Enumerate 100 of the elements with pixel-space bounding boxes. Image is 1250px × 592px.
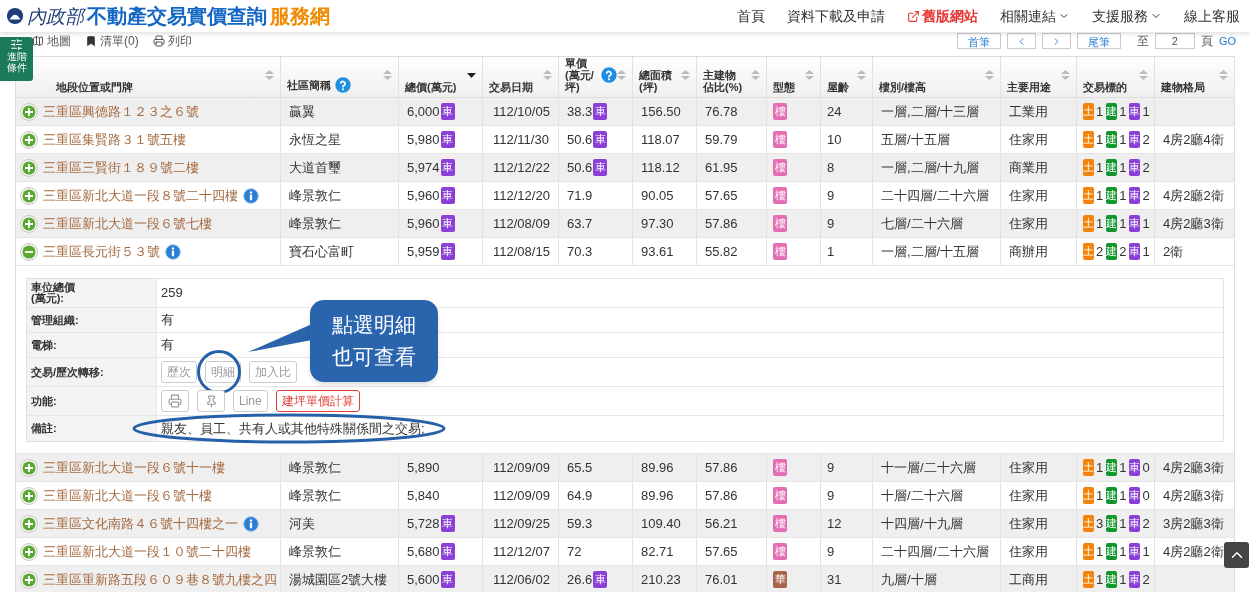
target-count: 2 [1142,186,1150,205]
type-badge: 樓 [773,103,787,120]
nav-link[interactable]: 首頁 [737,5,765,27]
address-link[interactable]: 三重區新北大道一段８號二十四樓 [43,185,238,206]
address-link[interactable]: 三重區長元街５３號 [43,241,160,262]
type-badge: 樓 [773,187,787,204]
table-cell-text: 71.9 [567,186,593,205]
print-button[interactable] [161,390,189,412]
nav-menu[interactable]: 支援服務 [1092,5,1162,27]
table-cell-text: 93.61 [641,242,674,261]
target-badge: 建 [1106,515,1118,532]
address-link[interactable]: 三重區文化南路４６號十四樓之一 [43,513,238,534]
field-label: 備註: [31,421,58,436]
advanced-filter-tab[interactable]: 進階 條件 [0,37,33,81]
collapse-icon[interactable] [20,242,38,261]
target-count: 1 [1119,214,1127,233]
type-badge: 華 [773,571,787,588]
target-count: 1 [1142,214,1150,233]
info-icon[interactable] [243,515,259,532]
help-icon[interactable] [601,67,617,83]
nav-link[interactable]: 線上客服 [1184,5,1240,27]
field-value: 259 [161,284,183,303]
toolbar-button[interactable]: 清單(0) [85,32,139,50]
target-count: 2 [1142,158,1150,177]
table-cell-text: 4房2廳3衛 [1163,486,1224,505]
nav-link[interactable]: 資料下載及申請 [787,5,885,27]
column-header[interactable]: 交易日期 [489,81,533,93]
address-link[interactable]: 三重區三賢街１８９號二樓 [43,157,199,178]
column-header[interactable]: 地段位置或門牌 [56,81,133,93]
last-page-button[interactable]: 尾筆 [1076,33,1121,49]
column-header[interactable]: 主要用途 [1007,81,1051,93]
address-link[interactable]: 三重區新北大道一段６號七樓 [43,213,212,234]
table-cell-text: 九層/十層 [881,570,937,589]
toolbar-button[interactable]: 列印 [152,32,192,50]
expand-icon[interactable] [20,542,38,561]
expand-icon[interactable] [20,102,38,121]
table-cell-text: 76.01 [705,570,738,589]
table-cell-text: 住家用 [1009,458,1048,477]
address-link[interactable]: 三重區興德路１２３之６號 [43,101,199,122]
table-cell-text: 10 [827,130,842,149]
table-cell-text: 56.21 [705,514,738,533]
field-label: 電梯: [31,337,58,353]
column-header[interactable]: 單價 (萬元/坪) [565,57,597,93]
address-link[interactable]: 三重區重新路五段６０９巷８號九樓之四 [43,569,277,590]
column-header[interactable]: 交易標的 [1083,81,1127,93]
table-cell-text: 寶石心富町 [289,242,354,261]
table-cell-text: 59.3 [567,514,593,533]
info-icon[interactable] [165,243,181,260]
expand-icon[interactable] [20,486,38,505]
column-header[interactable]: 屋齡 [827,81,849,93]
detail-button[interactable]: 建坪單價計算 [275,390,360,412]
address-link[interactable]: 三重區新北大道一段１０號二十四樓 [43,541,251,562]
expand-icon[interactable] [20,130,38,149]
table-cell-text: 9 [827,486,835,505]
column-header[interactable]: 主建物 佔比(%) [703,69,743,93]
first-page-button[interactable]: 首筆 [956,33,1001,49]
table-cell-text: 工商用 [1009,570,1048,589]
page-input[interactable]: 2 [1154,33,1195,49]
table-cell-text: 112/08/09 [493,214,550,233]
type-badge: 樓 [773,243,787,260]
nav-menu[interactable]: 相關連結 [1000,5,1070,27]
address-link[interactable]: 三重區新北大道一段６號十樓 [43,485,212,506]
goto-label: 至 [1136,33,1149,50]
go-button[interactable]: GO [1218,32,1236,50]
help-icon[interactable] [335,77,351,93]
column-header[interactable]: 總價(萬元) [405,81,457,93]
expand-icon[interactable] [20,186,38,205]
column-header[interactable]: 總面積 (坪) [639,69,672,93]
expand-icon[interactable] [20,458,38,477]
info-icon[interactable] [243,187,259,204]
address-link[interactable]: 三重區新北大道一段６號十一樓 [43,457,225,478]
next-page-button[interactable] [1041,33,1071,49]
expand-icon[interactable] [20,514,38,533]
target-badge: 建 [1106,131,1118,148]
expand-icon[interactable] [20,570,38,589]
target-badge: 建 [1106,243,1118,260]
scroll-to-top-button[interactable] [1224,542,1249,568]
column-header[interactable]: 社區簡稱 [287,79,331,91]
address-link[interactable]: 三重區集賢路３１號五樓 [43,129,186,150]
table-cell-text: 二十四層/二十六層 [881,186,989,205]
nav-link[interactable]: 舊版網站 [907,5,978,27]
field-label: 管理組織: [31,312,80,328]
target-count: 1 [1096,542,1104,561]
table-cell-text: 5,959 [407,242,440,261]
column-header[interactable]: 建物格局 [1161,81,1205,93]
expand-icon[interactable] [20,214,38,233]
column-header[interactable]: 型態 [773,81,795,93]
target-count: 1 [1119,130,1127,149]
table-cell-text: 82.71 [641,542,674,561]
table-cell-text: 5,728 [407,514,440,533]
table-cell-text: 5,974 [407,158,440,177]
expand-icon[interactable] [20,158,38,177]
column-header[interactable]: 樓別/樓高 [879,81,927,93]
target-count: 1 [1142,102,1150,121]
target-badge: 建 [1106,459,1118,476]
toolbar-button[interactable]: 地圖 [32,32,71,50]
target-count: 1 [1096,570,1104,589]
previous-page-button[interactable] [1006,33,1036,49]
pin-button[interactable] [197,390,225,412]
target-count: 0 [1142,458,1150,477]
